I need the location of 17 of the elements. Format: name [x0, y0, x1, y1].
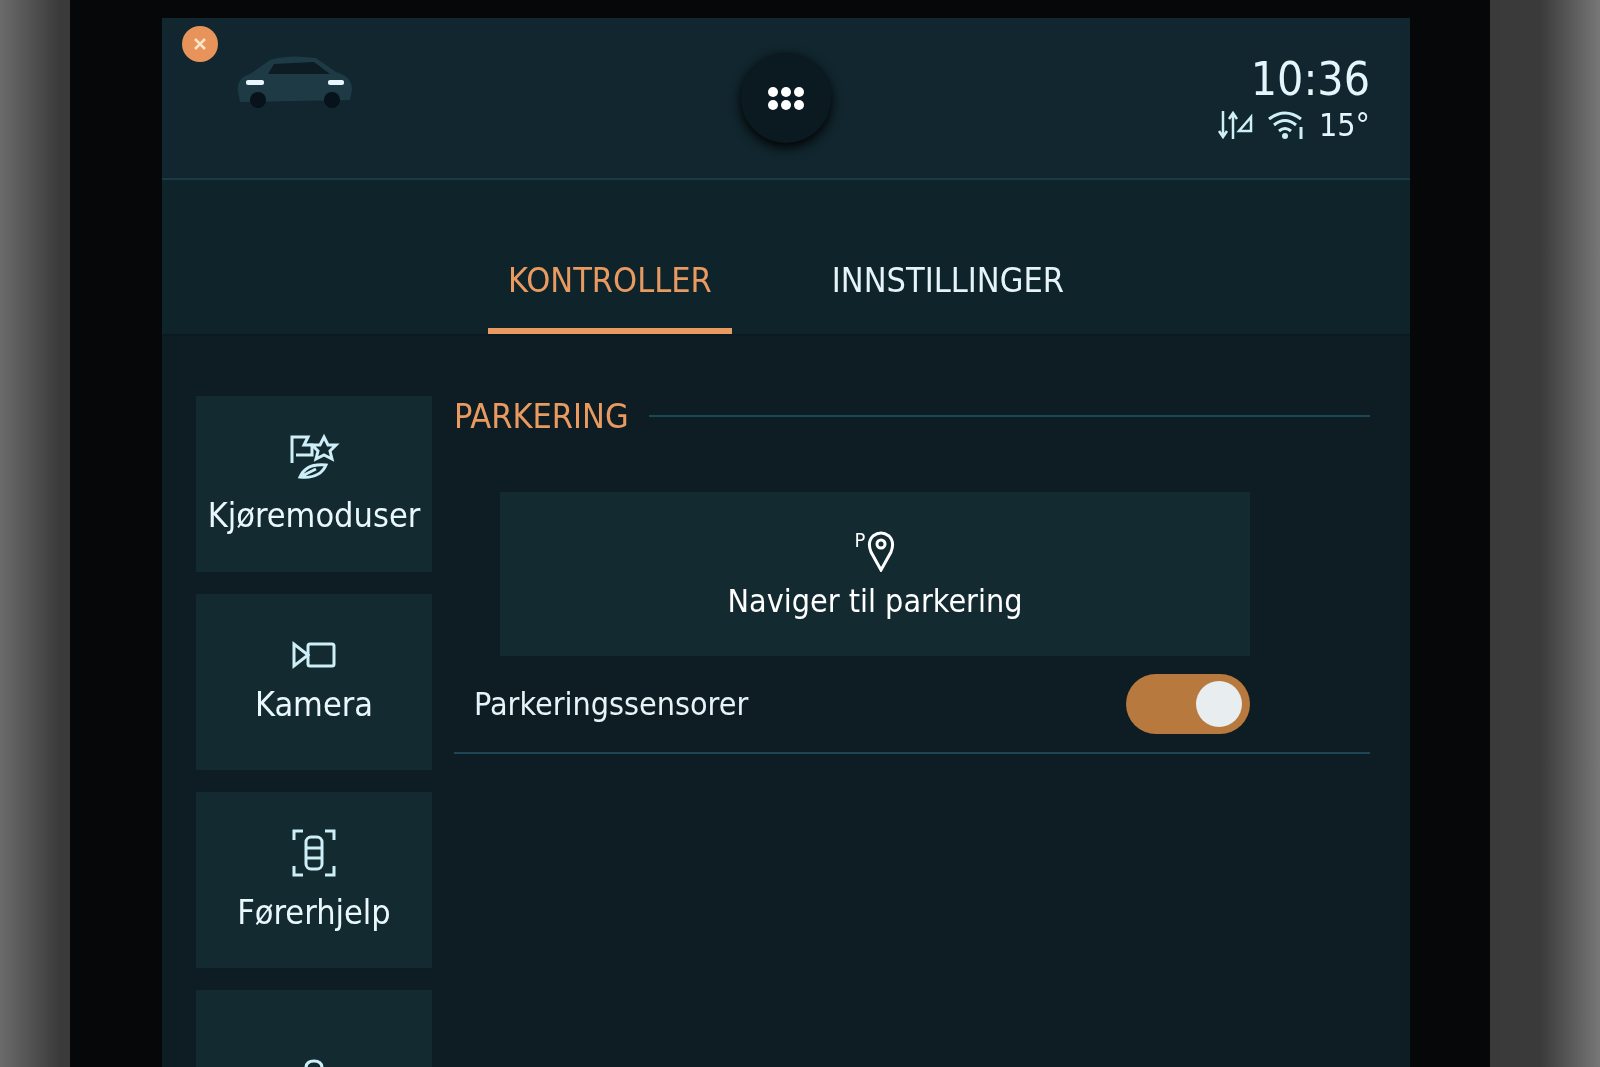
wifi-icon	[1266, 109, 1305, 141]
tab[interactable]: INNSTILLINGER	[811, 250, 1084, 334]
close-button[interactable]	[182, 26, 218, 62]
camera-icon	[291, 640, 337, 670]
app-grid-button[interactable]	[741, 53, 832, 143]
car-sensor-icon	[291, 828, 337, 878]
sidebar-item[interactable]: Kamera	[196, 594, 432, 770]
sidebar-item[interactable]: Kjøremoduser	[196, 396, 432, 572]
clock-time: 10:36	[1250, 52, 1370, 106]
parking-letter: P	[854, 528, 866, 552]
sidebar-item[interactable]: Førerhjelp	[196, 792, 432, 968]
toggle-switch[interactable]	[1126, 674, 1250, 734]
section-title: PARKERING	[454, 396, 629, 436]
setting-label: Parkeringssensorer	[474, 685, 749, 723]
outside-temperature: 15°	[1318, 106, 1370, 144]
dots-grid-icon	[766, 85, 807, 111]
navigate-to-parking-button[interactable]: P Naviger til parkering	[500, 492, 1250, 656]
